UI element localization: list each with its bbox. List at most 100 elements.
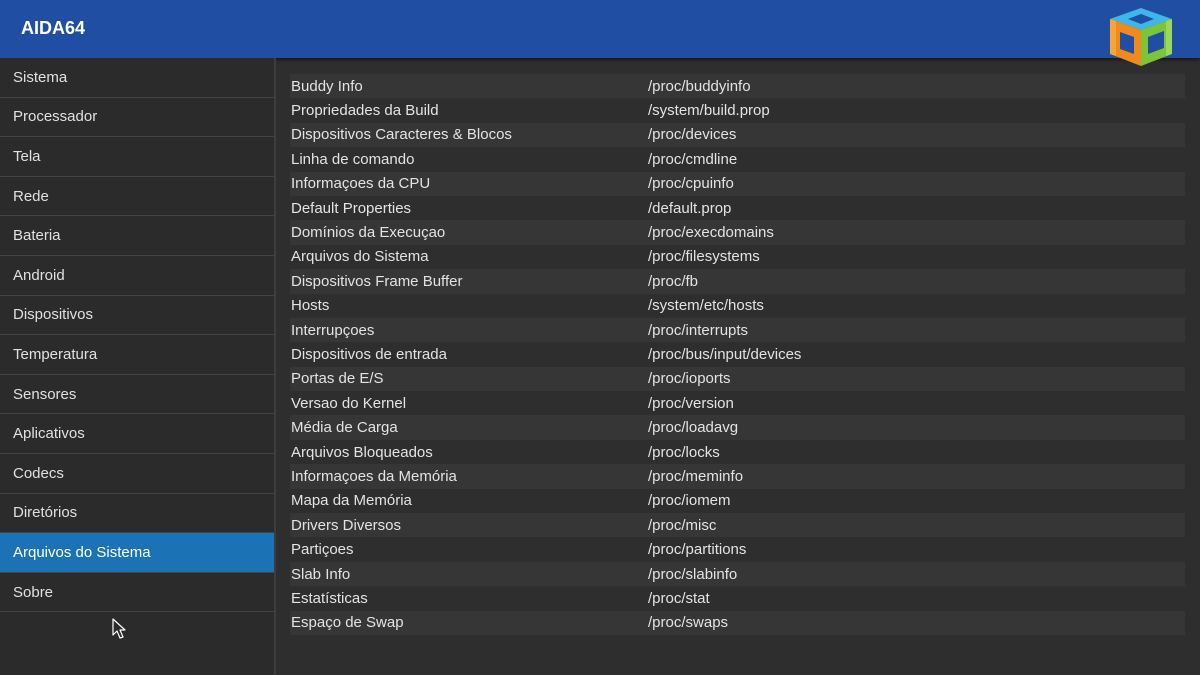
list-item[interactable]: Buddy Info/proc/buddyinfo bbox=[290, 74, 1185, 99]
item-path: /proc/stat bbox=[648, 589, 710, 607]
item-path: /proc/misc bbox=[648, 516, 717, 534]
item-path: /proc/fb bbox=[648, 272, 699, 290]
list-item[interactable]: Hosts/system/etc/hosts bbox=[290, 293, 1185, 318]
sidebar-item-diretorios[interactable]: Diretórios bbox=[0, 494, 274, 534]
item-name: Linha de comando bbox=[291, 150, 415, 168]
item-name: Dispositivos Caracteres & Blocos bbox=[291, 126, 512, 144]
sidebar-item-tela[interactable]: Tela bbox=[0, 137, 274, 177]
list-item[interactable]: Versao do Kernel/proc/version bbox=[290, 391, 1185, 416]
item-path: /proc/meminfo bbox=[648, 467, 744, 485]
item-name: Drivers Diversos bbox=[291, 516, 402, 534]
list-item[interactable]: Informaçoes da Memória/proc/meminfo bbox=[290, 464, 1185, 489]
list-item[interactable]: Dispositivos Frame Buffer/proc/fb bbox=[290, 269, 1185, 294]
item-name: Default Properties bbox=[291, 199, 412, 217]
sidebar-item-label: Rede bbox=[13, 187, 49, 205]
item-path: /proc/locks bbox=[648, 443, 720, 461]
list-item[interactable]: Portas de E/S/proc/ioports bbox=[290, 366, 1185, 392]
item-name: Hosts bbox=[291, 297, 330, 315]
sidebar-item-bateria[interactable]: Bateria bbox=[0, 216, 274, 256]
list-item[interactable]: Default Properties/default.prop bbox=[290, 195, 1185, 221]
sidebar-item-aplicativos[interactable]: Aplicativos bbox=[0, 414, 274, 454]
list-item[interactable]: Espaço de Swap/proc/swaps bbox=[290, 610, 1185, 635]
item-name: Média de Carga bbox=[291, 419, 398, 437]
item-path: /proc/loadavg bbox=[648, 419, 739, 437]
sidebar-item-processador[interactable]: Processador bbox=[0, 98, 274, 138]
list-item[interactable]: Arquivos Bloqueados/proc/locks bbox=[290, 439, 1185, 465]
sidebar-item-label: Arquivos do Sistema bbox=[13, 543, 151, 561]
item-name: Domínios da Execuçao bbox=[291, 224, 446, 242]
sidebar-item-label: Diretórios bbox=[13, 504, 78, 522]
item-path: /proc/version bbox=[648, 394, 734, 412]
list-item[interactable]: Domínios da Execuçao/proc/execdomains bbox=[290, 220, 1185, 245]
item-path: /system/build.prop bbox=[648, 102, 770, 120]
sidebar-item-label: Tela bbox=[13, 147, 41, 165]
sidebar: Sistema Processador Tela Rede Bateria An… bbox=[0, 58, 276, 675]
list-item[interactable]: Informaçoes da CPU/proc/cpuinfo bbox=[290, 171, 1185, 196]
sidebar-item-arquivos-do-sistema[interactable]: Arquivos do Sistema bbox=[0, 533, 274, 573]
sidebar-item-temperatura[interactable]: Temperatura bbox=[0, 335, 274, 375]
item-name: Arquivos do Sistema bbox=[291, 248, 429, 266]
list-item[interactable]: Propriedades da Build/system/build.prop bbox=[290, 98, 1185, 123]
list-item[interactable]: Dispositivos Caracteres & Blocos/proc/de… bbox=[290, 122, 1185, 148]
sidebar-item-label: Processador bbox=[13, 108, 98, 126]
item-name: Estatísticas bbox=[291, 589, 368, 607]
item-path: /proc/execdomains bbox=[648, 224, 774, 242]
sidebar-item-label: Sensores bbox=[13, 385, 77, 403]
sidebar-item-sensores[interactable]: Sensores bbox=[0, 375, 274, 415]
item-path: /default.prop bbox=[648, 199, 732, 217]
sidebar-item-dispositivos[interactable]: Dispositivos bbox=[0, 296, 274, 336]
sidebar-item-rede[interactable]: Rede bbox=[0, 177, 274, 217]
item-path: /proc/cmdline bbox=[648, 150, 738, 168]
mouse-pointer-icon bbox=[112, 618, 126, 639]
sidebar-item-label: Dispositivos bbox=[13, 306, 94, 324]
sidebar-item-codecs[interactable]: Codecs bbox=[0, 454, 274, 494]
item-path: /proc/bus/input/devices bbox=[648, 345, 802, 363]
item-path: /proc/swaps bbox=[648, 614, 729, 632]
item-path: /proc/devices bbox=[648, 126, 737, 144]
sidebar-item-label: Android bbox=[13, 266, 65, 284]
sidebar-item-android[interactable]: Android bbox=[0, 256, 274, 296]
sidebar-item-label: Temperatura bbox=[13, 345, 98, 363]
list-item[interactable]: Linha de comando/proc/cmdline bbox=[290, 147, 1185, 172]
sidebar-item-label: Aplicativos bbox=[13, 425, 85, 443]
item-path: /proc/cpuinfo bbox=[648, 175, 734, 193]
file-list: Buddy Info/proc/buddyinfo Propriedades d… bbox=[290, 74, 1185, 635]
list-item[interactable]: Partiçoes/proc/partitions bbox=[290, 537, 1185, 562]
list-item[interactable]: Drivers Diversos/proc/misc bbox=[290, 513, 1185, 538]
item-name: Slab Info bbox=[291, 565, 351, 583]
item-name: Propriedades da Build bbox=[291, 102, 439, 120]
list-item[interactable]: Interrupçoes/proc/interrupts bbox=[290, 317, 1185, 343]
item-name: Espaço de Swap bbox=[291, 614, 404, 632]
item-path: /proc/slabinfo bbox=[648, 565, 738, 583]
item-name: Partiçoes bbox=[291, 541, 354, 559]
item-name: Mapa da Memória bbox=[291, 492, 412, 510]
item-path: /proc/interrupts bbox=[648, 321, 749, 339]
app-title: AIDA64 bbox=[21, 18, 86, 38]
list-item[interactable]: Mapa da Memória/proc/iomem bbox=[290, 488, 1185, 514]
item-path: /proc/ioports bbox=[648, 370, 731, 388]
sidebar-item-sistema[interactable]: Sistema bbox=[0, 58, 274, 98]
item-name: Dispositivos Frame Buffer bbox=[291, 272, 463, 290]
sidebar-item-label: Bateria bbox=[13, 227, 61, 245]
sidebar-item-label: Codecs bbox=[13, 464, 64, 482]
list-item[interactable]: Arquivos do Sistema/proc/filesystems bbox=[290, 244, 1185, 270]
item-name: Dispositivos de entrada bbox=[291, 345, 447, 363]
title-bar: AIDA64 bbox=[0, 0, 1200, 66]
item-path: /system/etc/hosts bbox=[648, 297, 764, 315]
sidebar-item-label: Sobre bbox=[13, 583, 54, 601]
list-item[interactable]: Média de Carga/proc/loadavg bbox=[290, 415, 1185, 440]
item-name: Informaçoes da Memória bbox=[291, 467, 457, 485]
list-item[interactable]: Estatísticas/proc/stat bbox=[290, 586, 1185, 611]
item-path: /proc/buddyinfo bbox=[648, 77, 751, 95]
item-path: /proc/iomem bbox=[648, 492, 731, 510]
aida64-cube-logo-icon bbox=[1110, 8, 1172, 66]
list-item[interactable]: Dispositivos de entrada/proc/bus/input/d… bbox=[290, 342, 1185, 367]
item-path: /proc/filesystems bbox=[648, 248, 760, 266]
item-name: Portas de E/S bbox=[291, 370, 384, 388]
item-path: /proc/partitions bbox=[648, 541, 747, 559]
item-name: Informaçoes da CPU bbox=[291, 175, 431, 193]
item-name: Interrupçoes bbox=[291, 321, 375, 339]
item-name: Versao do Kernel bbox=[291, 394, 407, 412]
sidebar-item-sobre[interactable]: Sobre bbox=[0, 573, 274, 613]
list-item[interactable]: Slab Info/proc/slabinfo bbox=[290, 561, 1185, 587]
